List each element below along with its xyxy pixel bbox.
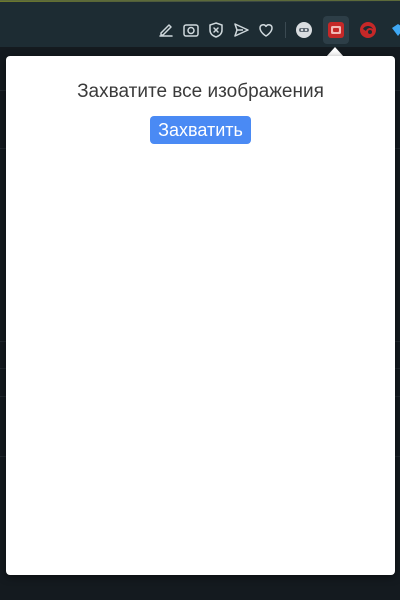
ghost-extension-icon[interactable] [294,20,314,40]
browser-toolbar [0,0,400,47]
browser-screen: Захватите все изображения Захватить [0,0,400,600]
red-swirl-extension-icon[interactable] [358,20,378,40]
capture-button[interactable]: Захватить [150,116,251,144]
blue-extension-icon[interactable] [390,20,400,40]
send-icon[interactable] [232,21,250,39]
heart-icon[interactable] [257,21,275,39]
extension-popup: Захватите все изображения Захватить [6,56,395,575]
shield-x-icon[interactable] [207,21,225,39]
capture-images-extension-icon[interactable] [326,20,346,40]
popup-title: Захватите все изображения [77,81,324,102]
camera-icon[interactable] [182,21,200,39]
toolbar-hairline [0,1,400,2]
edit-icon[interactable] [157,21,175,39]
toolbar-separator [285,22,286,38]
